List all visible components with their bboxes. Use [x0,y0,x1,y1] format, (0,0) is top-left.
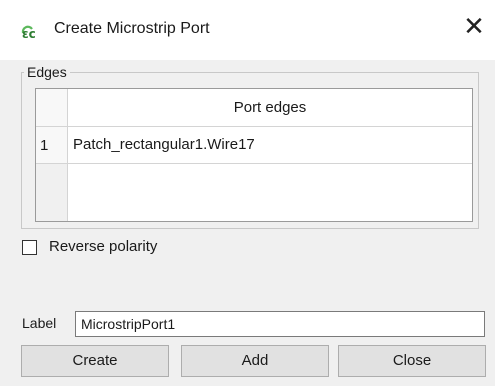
label-input[interactable] [75,311,485,337]
table-cell[interactable]: Patch_rectangular1.Wire17 [68,127,472,164]
close-button[interactable]: Close [338,345,486,377]
dialog-title: Create Microstrip Port [54,20,210,37]
column-header-port-edges[interactable]: Port edges [68,89,472,127]
create-microstrip-port-dialog: ɛc Create Microstrip Port ✕ Edges Port e… [0,0,495,386]
create-button[interactable]: Create [21,345,169,377]
label-caption: Label [22,315,57,331]
edges-group-title: Edges [24,64,70,80]
fc-logo-icon: ɛc [20,20,46,41]
table-empty-area [68,164,472,221]
reverse-polarity-label[interactable]: Reverse polarity [49,238,157,255]
svg-text:ɛc: ɛc [22,27,36,40]
reverse-polarity-checkbox[interactable] [22,240,37,255]
title-bar: ɛc Create Microstrip Port ✕ [0,0,495,60]
close-icon[interactable]: ✕ [462,14,486,42]
table-corner[interactable] [36,89,68,127]
port-edges-table[interactable]: Port edges 1 Patch_rectangular1.Wire17 [35,88,473,222]
row-header-empty-area [36,164,68,221]
add-button[interactable]: Add [181,345,329,377]
row-header[interactable]: 1 [36,127,68,164]
